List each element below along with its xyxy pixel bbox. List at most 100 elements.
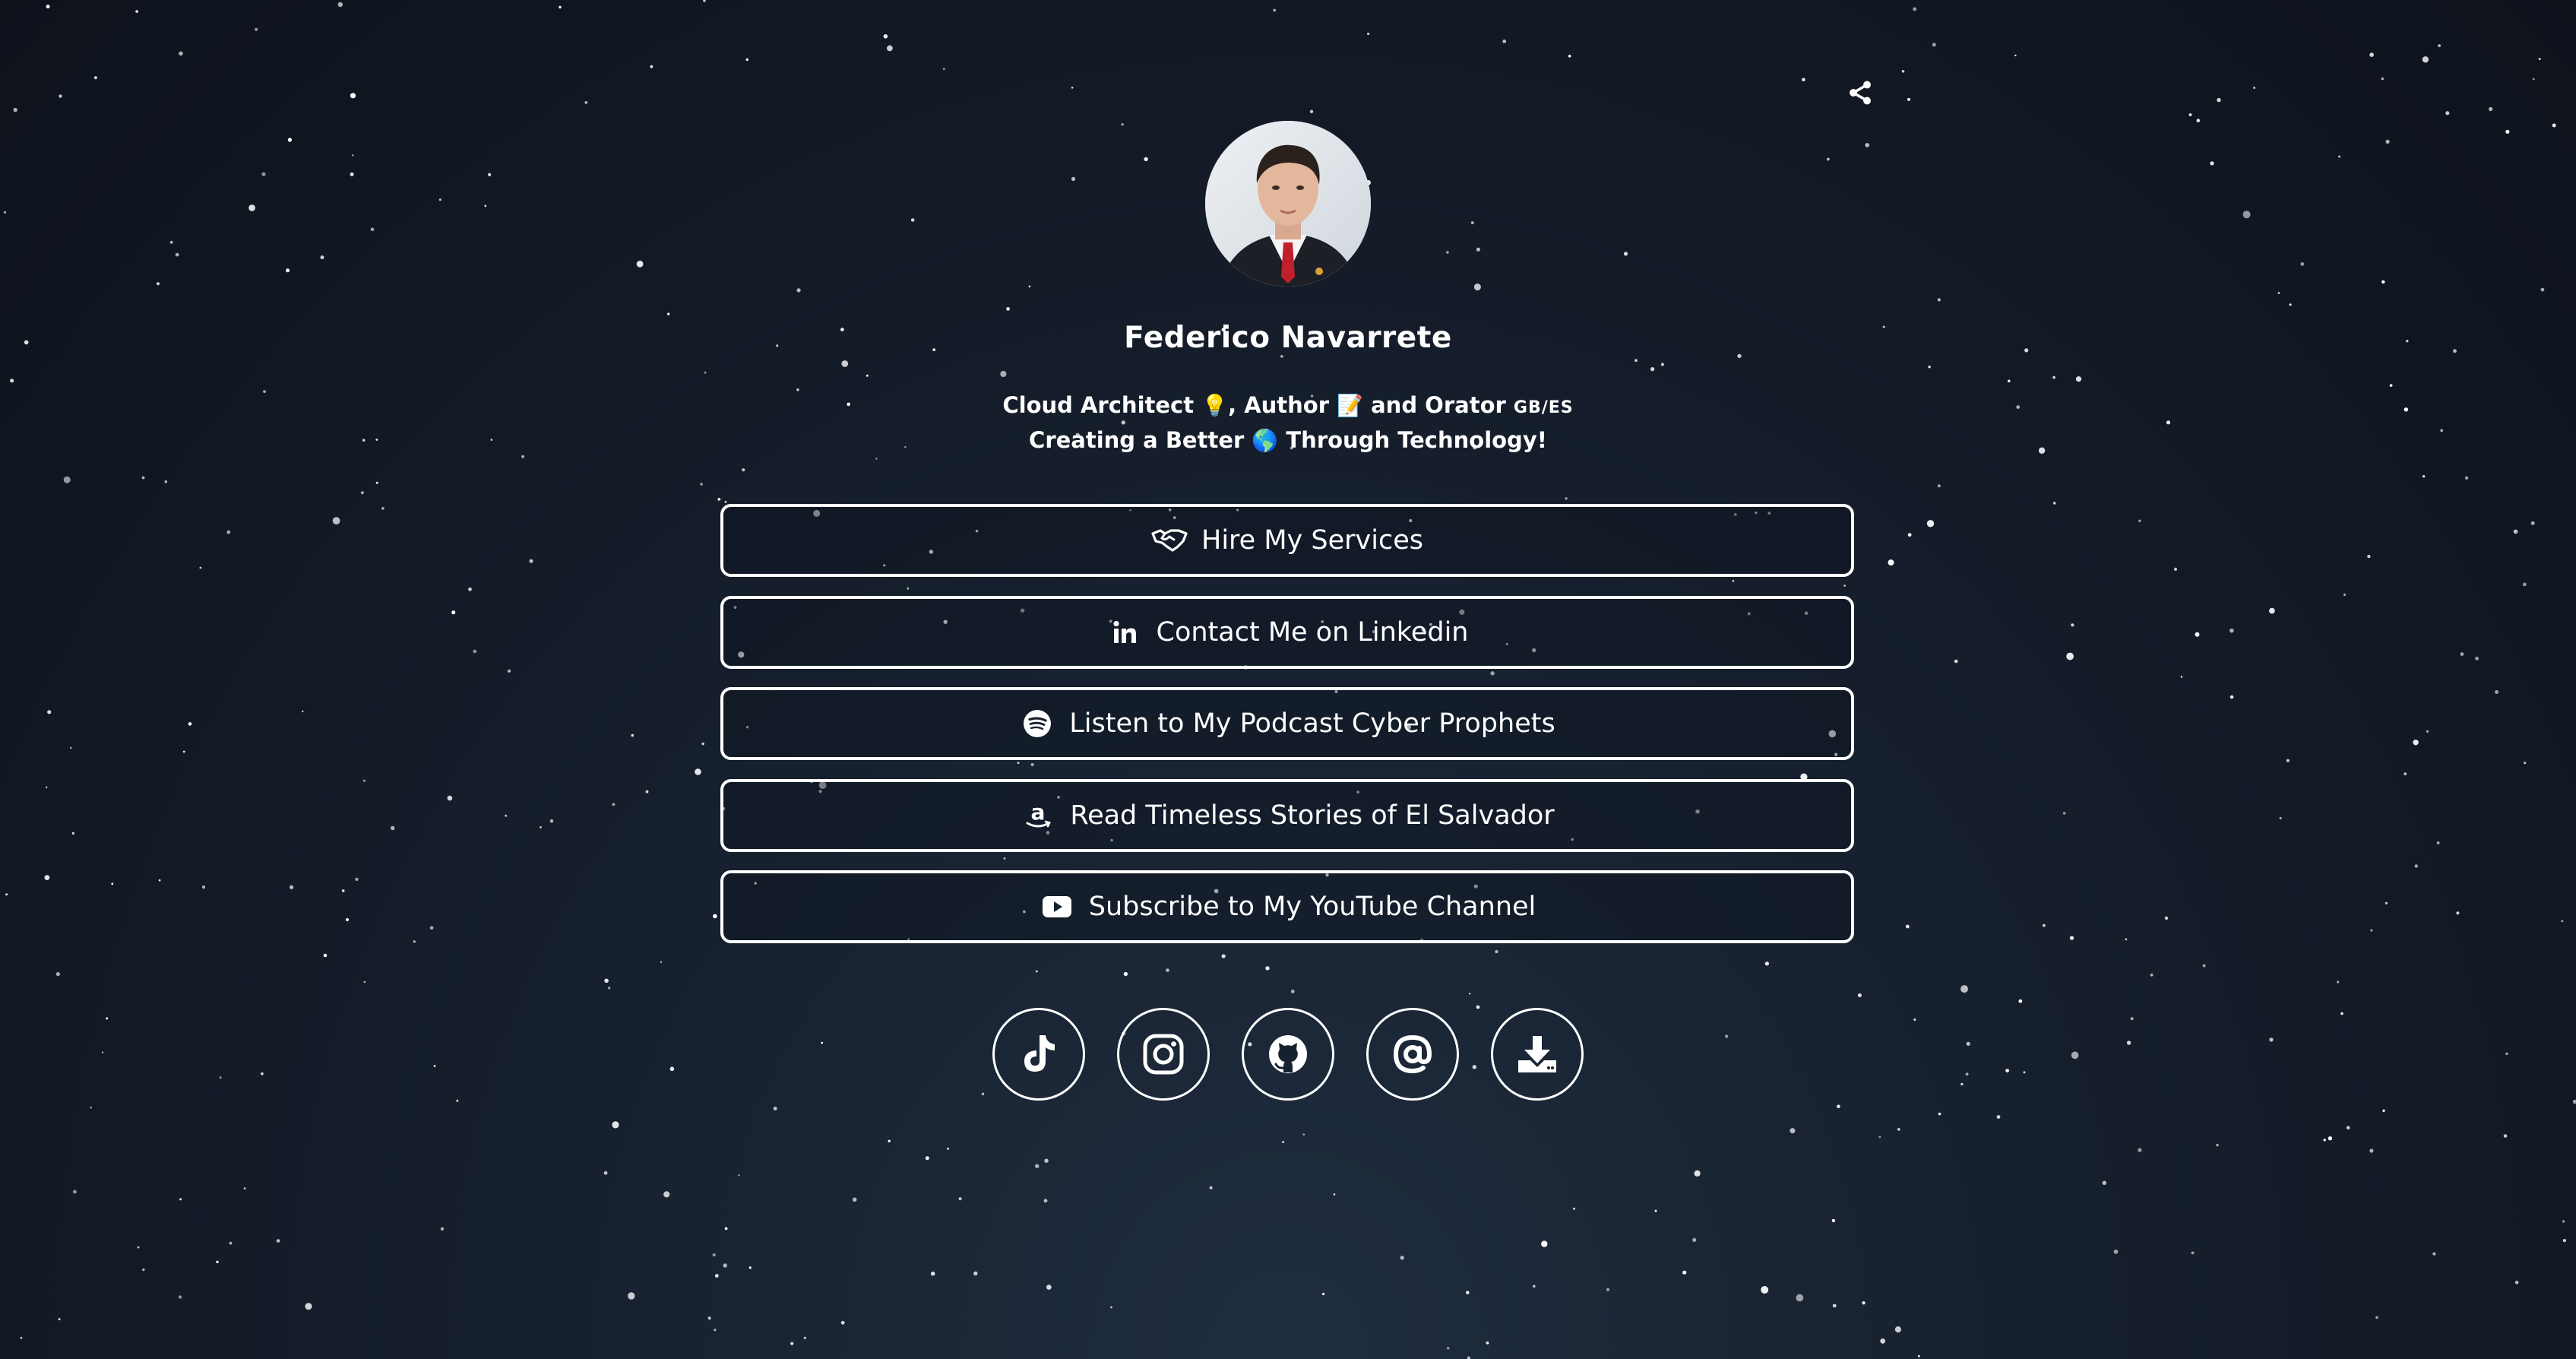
- youtube-subscribe-button[interactable]: Subscribe to My YouTube Channel: [720, 870, 1854, 943]
- star: [345, 917, 350, 922]
- star: [1573, 1207, 1575, 1210]
- star: [1960, 985, 1968, 993]
- star: [2071, 623, 2074, 627]
- podcast-label: Listen to My Podcast Cyber Prophets: [1069, 708, 1555, 739]
- star: [179, 51, 183, 56]
- star: [981, 1092, 985, 1096]
- star: [63, 476, 71, 483]
- star: [1862, 1301, 1866, 1305]
- star: [650, 65, 653, 68]
- star: [1796, 1294, 1804, 1302]
- star: [2018, 999, 2023, 1003]
- star: [2277, 292, 2280, 294]
- star: [704, 371, 707, 374]
- star: [1764, 961, 1769, 966]
- star: [226, 530, 231, 534]
- star: [1071, 87, 1074, 89]
- podcast-button[interactable]: Listen to My Podcast Cyber Prophets: [720, 687, 1854, 760]
- star: [1928, 366, 1931, 369]
- star: [2069, 936, 2074, 940]
- star: [2216, 1143, 2219, 1147]
- star: [2438, 44, 2442, 47]
- star: [521, 455, 524, 458]
- star: [1654, 1209, 1657, 1212]
- star: [2445, 111, 2450, 116]
- star: [1502, 40, 1507, 43]
- star: [1790, 1128, 1796, 1134]
- star: [1761, 1286, 1769, 1294]
- star: [2217, 97, 2221, 103]
- instagram-button[interactable]: [1117, 1008, 1210, 1101]
- share-button[interactable]: [1842, 74, 1878, 111]
- star: [178, 1295, 182, 1299]
- star: [2375, 1316, 2378, 1319]
- stories-book-button[interactable]: a Read Timeless Stories of El Salvador: [720, 778, 1854, 852]
- svg-text:a: a: [1031, 801, 1046, 825]
- bio-author-text: , Author: [1228, 392, 1330, 418]
- star: [1831, 1218, 1836, 1223]
- star: [2328, 1136, 2333, 1141]
- star: [4, 211, 6, 214]
- star: [1333, 1193, 1336, 1196]
- star: [2138, 1148, 2142, 1152]
- star: [1965, 1072, 1969, 1076]
- star: [302, 710, 304, 713]
- star: [1894, 1326, 1901, 1333]
- star: [352, 154, 354, 157]
- star: [363, 980, 366, 984]
- star: [2436, 841, 2440, 844]
- star: [1827, 157, 1830, 161]
- star: [229, 1241, 233, 1245]
- bio-tagline-start: Creating a Better: [1029, 427, 1245, 453]
- star: [2195, 632, 2200, 637]
- star: [790, 1342, 794, 1345]
- star: [1832, 1304, 1837, 1308]
- globe-icon: 🌎: [1252, 428, 1279, 453]
- star: [2300, 262, 2305, 266]
- email-button[interactable]: [1366, 1008, 1459, 1101]
- star: [888, 1139, 891, 1143]
- star: [1606, 1288, 1609, 1291]
- star: [70, 746, 72, 749]
- download-button[interactable]: [1491, 1008, 1584, 1101]
- star: [71, 832, 74, 835]
- star: [2524, 762, 2527, 765]
- star: [700, 483, 703, 486]
- star: [717, 498, 721, 501]
- star: [137, 1246, 140, 1249]
- github-button[interactable]: [1242, 1008, 1334, 1101]
- hire-services-button[interactable]: Hire My Services: [720, 504, 1854, 577]
- star: [2367, 554, 2371, 559]
- star: [2369, 1148, 2374, 1153]
- star: [2014, 54, 2017, 57]
- star: [106, 1017, 109, 1020]
- star: [1473, 284, 1481, 291]
- star: [1035, 1164, 1040, 1168]
- star: [2075, 376, 2082, 382]
- star: [1110, 1306, 1112, 1309]
- bio-role-text: Cloud Architect: [1002, 392, 1195, 418]
- instagram-icon: [1143, 1034, 1184, 1075]
- linkedin-contact-button[interactable]: Contact Me on Linkedin: [720, 595, 1854, 669]
- star: [111, 882, 114, 885]
- star: [2464, 476, 2469, 480]
- star: [219, 1076, 222, 1079]
- star: [1635, 359, 1638, 363]
- star: [695, 768, 701, 775]
- star: [350, 93, 356, 99]
- star: [701, 742, 704, 746]
- star: [2489, 106, 2493, 112]
- star: [866, 374, 869, 377]
- star: [663, 1191, 670, 1198]
- star: [1302, 1133, 1305, 1136]
- tiktok-button[interactable]: [992, 1008, 1085, 1101]
- star: [1209, 1186, 1213, 1190]
- star: [1121, 420, 1125, 425]
- star: [2229, 628, 2234, 633]
- star: [1071, 176, 1076, 181]
- star: [2173, 567, 2178, 572]
- star: [745, 58, 748, 62]
- star: [158, 879, 161, 882]
- star: [413, 940, 416, 943]
- star: [1897, 1128, 1900, 1131]
